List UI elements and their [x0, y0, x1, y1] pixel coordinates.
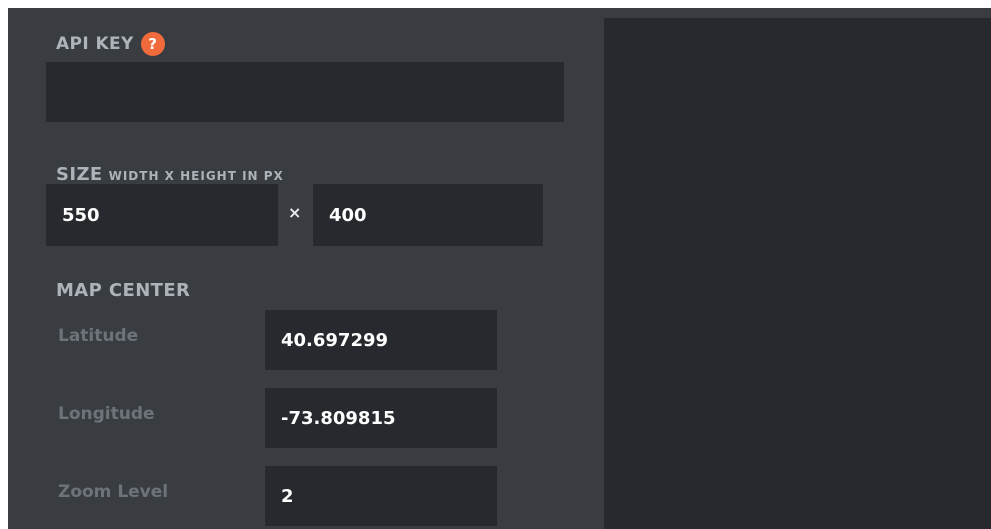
map-settings-panel: API KEY ? SIZE WIDTH X HEIGHT IN PX × MAP… — [8, 8, 991, 529]
height-input[interactable] — [313, 184, 543, 246]
map-center-heading: MAP CENTER — [56, 280, 191, 301]
zoom-level-input[interactable] — [265, 466, 497, 526]
width-input[interactable] — [46, 184, 278, 246]
map-preview-area — [604, 18, 991, 529]
api-key-heading: API KEY ? — [56, 32, 165, 56]
longitude-input[interactable] — [265, 388, 497, 448]
latitude-label: Latitude — [58, 326, 139, 346]
longitude-label: Longitude — [58, 404, 155, 424]
size-sublabel: WIDTH X HEIGHT IN PX — [108, 169, 284, 183]
times-separator: × — [288, 203, 302, 222]
size-label: SIZE — [56, 164, 103, 185]
api-key-input[interactable] — [46, 62, 564, 122]
zoom-level-label: Zoom Level — [58, 482, 169, 502]
help-icon[interactable]: ? — [140, 32, 165, 56]
latitude-input[interactable] — [265, 310, 497, 370]
api-key-label: API KEY — [56, 34, 134, 54]
size-heading: SIZE WIDTH X HEIGHT IN PX — [56, 164, 284, 185]
